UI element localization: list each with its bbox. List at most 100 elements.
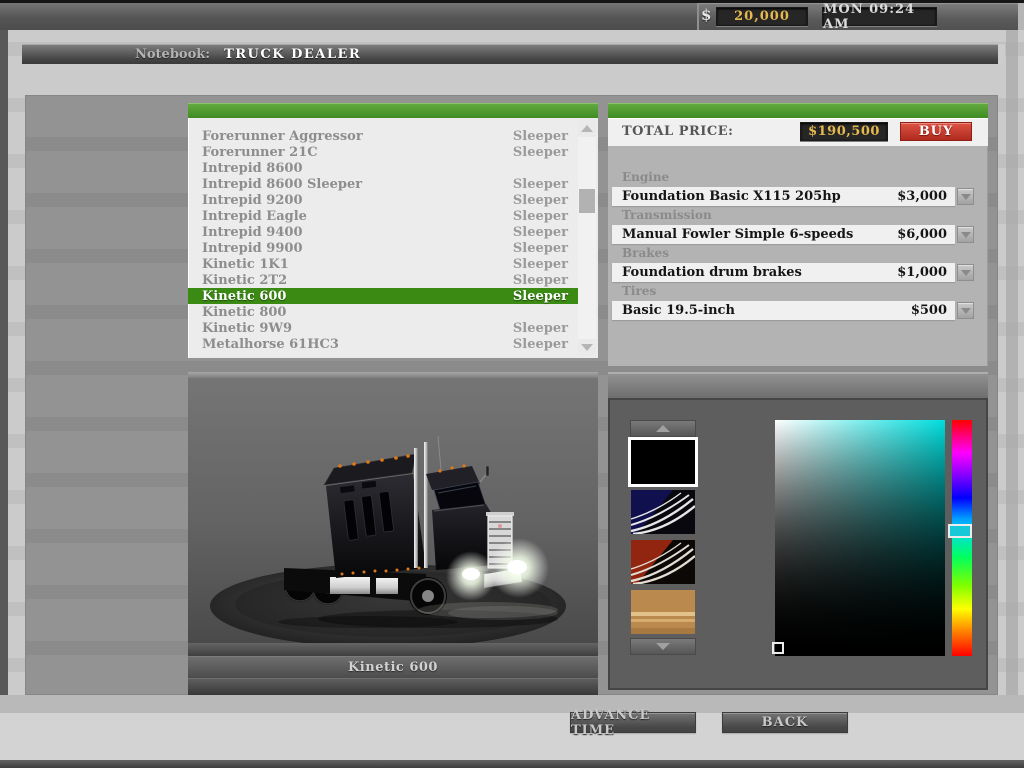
truck-cab-type: Sleeper <box>513 225 568 240</box>
option-dropdown-button[interactable] <box>957 226 974 243</box>
bottom-frame <box>0 760 1024 768</box>
option-dropdown-button[interactable] <box>957 188 974 205</box>
truck-cab-type: Sleeper <box>513 337 568 352</box>
truck-name: Forerunner 21C <box>202 145 513 160</box>
currency-icon: $ <box>701 6 715 26</box>
hue-slider[interactable] <box>952 420 972 656</box>
paint-panel <box>608 398 988 690</box>
truck-name: Kinetic 1K1 <box>202 257 513 272</box>
dropdown-arrow-icon <box>961 308 971 314</box>
total-price-label: TOTAL PRICE: <box>622 124 733 139</box>
truck-cab-type: Sleeper <box>513 209 568 224</box>
truck-name: Forerunner Aggressor <box>202 129 513 144</box>
dropdown-arrow-icon <box>961 232 971 238</box>
truck-cab-type: Sleeper <box>513 145 568 160</box>
truck-cab-type: Sleeper <box>513 241 568 256</box>
preview-footer-bar <box>188 643 598 656</box>
option-dropdown[interactable]: Manual Fowler Simple 6-speeds $6,000 <box>612 225 955 244</box>
option-dropdown[interactable]: Foundation drum brakes $1,000 <box>612 263 955 282</box>
truck-name: Metalhorse 61HC3 <box>202 337 513 352</box>
right-frame <box>1006 30 1018 760</box>
option-group: Brakes Foundation drum brakes $1,000 <box>608 246 988 282</box>
scroll-down-button[interactable] <box>578 339 596 356</box>
truck-list-row[interactable]: Forerunner 21C Sleeper <box>188 144 580 160</box>
truck-name: Kinetic 2T2 <box>202 273 513 288</box>
paint-swatch-solid-black[interactable] <box>631 440 695 484</box>
option-price: $3,000 <box>897 189 947 204</box>
truck-cab-type: Sleeper <box>513 273 568 288</box>
color-cursor[interactable] <box>772 642 784 654</box>
option-price: $6,000 <box>897 227 947 242</box>
truck-cab-type: Sleeper <box>513 177 568 192</box>
truck-list-row[interactable]: Kinetic 2T2 Sleeper <box>188 272 580 288</box>
truck-cab-type: Sleeper <box>513 257 568 272</box>
truck-list-row[interactable]: Intrepid 8600 <box>188 160 580 176</box>
option-label: Engine <box>608 170 988 187</box>
option-dropdown[interactable]: Foundation Basic X115 205hp $3,000 <box>612 187 955 206</box>
truck-list-row[interactable]: Metalhorse 61HC3 Sleeper <box>188 336 580 352</box>
option-dropdown-button[interactable] <box>957 302 974 319</box>
truck-list-row[interactable]: Intrepid 9900 Sleeper <box>188 240 580 256</box>
truck-cab-type: Sleeper <box>513 129 568 144</box>
option-label: Tires <box>608 284 988 301</box>
left-frame <box>0 30 8 761</box>
option-value: Manual Fowler Simple 6-speeds <box>622 227 897 242</box>
truck-list-row[interactable]: Kinetic 1K1 Sleeper <box>188 256 580 272</box>
truck-list-row[interactable]: Intrepid 9400 Sleeper <box>188 224 580 240</box>
option-price: $500 <box>911 303 947 318</box>
truck-preview <box>188 378 598 643</box>
total-price-row: TOTAL PRICE: $190,500 BUY <box>608 118 988 146</box>
scroll-down-icon <box>581 344 593 351</box>
option-price: $1,000 <box>897 265 947 280</box>
scroll-up-button[interactable] <box>578 120 596 137</box>
truck-name: Intrepid 8600 <box>202 161 568 176</box>
truck-list-scrollbar[interactable] <box>578 120 596 356</box>
option-dropdown-button[interactable] <box>957 264 974 281</box>
truck-name: Kinetic 9W9 <box>202 321 513 336</box>
option-label: Brakes <box>608 246 988 263</box>
paint-panel-header <box>608 372 988 398</box>
option-value: Basic 19.5-inch <box>622 303 911 318</box>
page-title: TRUCK DEALER <box>224 47 361 62</box>
footer-band <box>0 695 1024 713</box>
scrollbar-thumb[interactable] <box>579 189 595 213</box>
back-button[interactable]: BACK <box>722 712 848 733</box>
truck-list-row[interactable]: Kinetic 9W9 Sleeper <box>188 320 580 336</box>
saturation-value-picker[interactable] <box>775 420 945 656</box>
option-value: Foundation Basic X115 205hp <box>622 189 897 204</box>
paint-swatch-white-stripes-on-navy[interactable] <box>631 490 695 534</box>
option-label: Transmission <box>608 208 988 225</box>
truck-name-caption: Kinetic 600 <box>188 656 598 678</box>
swatch-scroll-down-button[interactable] <box>630 638 696 655</box>
option-dropdown[interactable]: Basic 19.5-inch $500 <box>612 301 955 320</box>
truck-list-row[interactable]: Forerunner Aggressor Sleeper <box>188 128 580 144</box>
truck-name: Intrepid 9400 <box>202 225 513 240</box>
truck-list-header <box>188 103 598 118</box>
truck-name: Intrepid 8600 Sleeper <box>202 177 513 192</box>
truck-list-row[interactable]: Kinetic 800 <box>188 304 580 320</box>
truck-name: Intrepid 9900 <box>202 241 513 256</box>
money-display: 20,000 <box>716 7 808 26</box>
swatch-scroll-down-icon <box>656 643 670 650</box>
purchase-panel-header <box>608 103 988 118</box>
truck-list-row[interactable]: Intrepid 8600 Sleeper Sleeper <box>188 176 580 192</box>
paint-swatch-tan-stripes[interactable] <box>631 590 695 634</box>
status-bar-endcap <box>1018 3 1024 30</box>
truck-list-row[interactable]: Intrepid Eagle Sleeper <box>188 208 580 224</box>
truck-render <box>188 378 598 643</box>
truck-list-row[interactable]: Intrepid 9200 Sleeper <box>188 192 580 208</box>
option-value: Foundation drum brakes <box>622 265 897 280</box>
dropdown-arrow-icon <box>961 270 971 276</box>
truck-list: Forerunner Aggressor Sleeper Forerunner … <box>188 118 598 358</box>
truck-name: Intrepid 9200 <box>202 193 513 208</box>
truck-list-row[interactable]: Kinetic 600 Sleeper <box>188 288 580 304</box>
truck-name: Kinetic 800 <box>202 305 568 320</box>
advance-time-button[interactable]: ADVANCE TIME <box>570 712 696 733</box>
notebook-header: Notebook: TRUCK DEALER <box>22 44 998 64</box>
paint-swatch-white-stripes-on-red[interactable] <box>631 540 695 584</box>
hue-marker[interactable] <box>948 524 972 538</box>
swatch-scroll-up-button[interactable] <box>630 420 696 437</box>
buy-button[interactable]: BUY <box>900 122 972 141</box>
truck-name: Kinetic 600 <box>202 289 513 304</box>
total-price-value: $190,500 <box>800 122 888 141</box>
